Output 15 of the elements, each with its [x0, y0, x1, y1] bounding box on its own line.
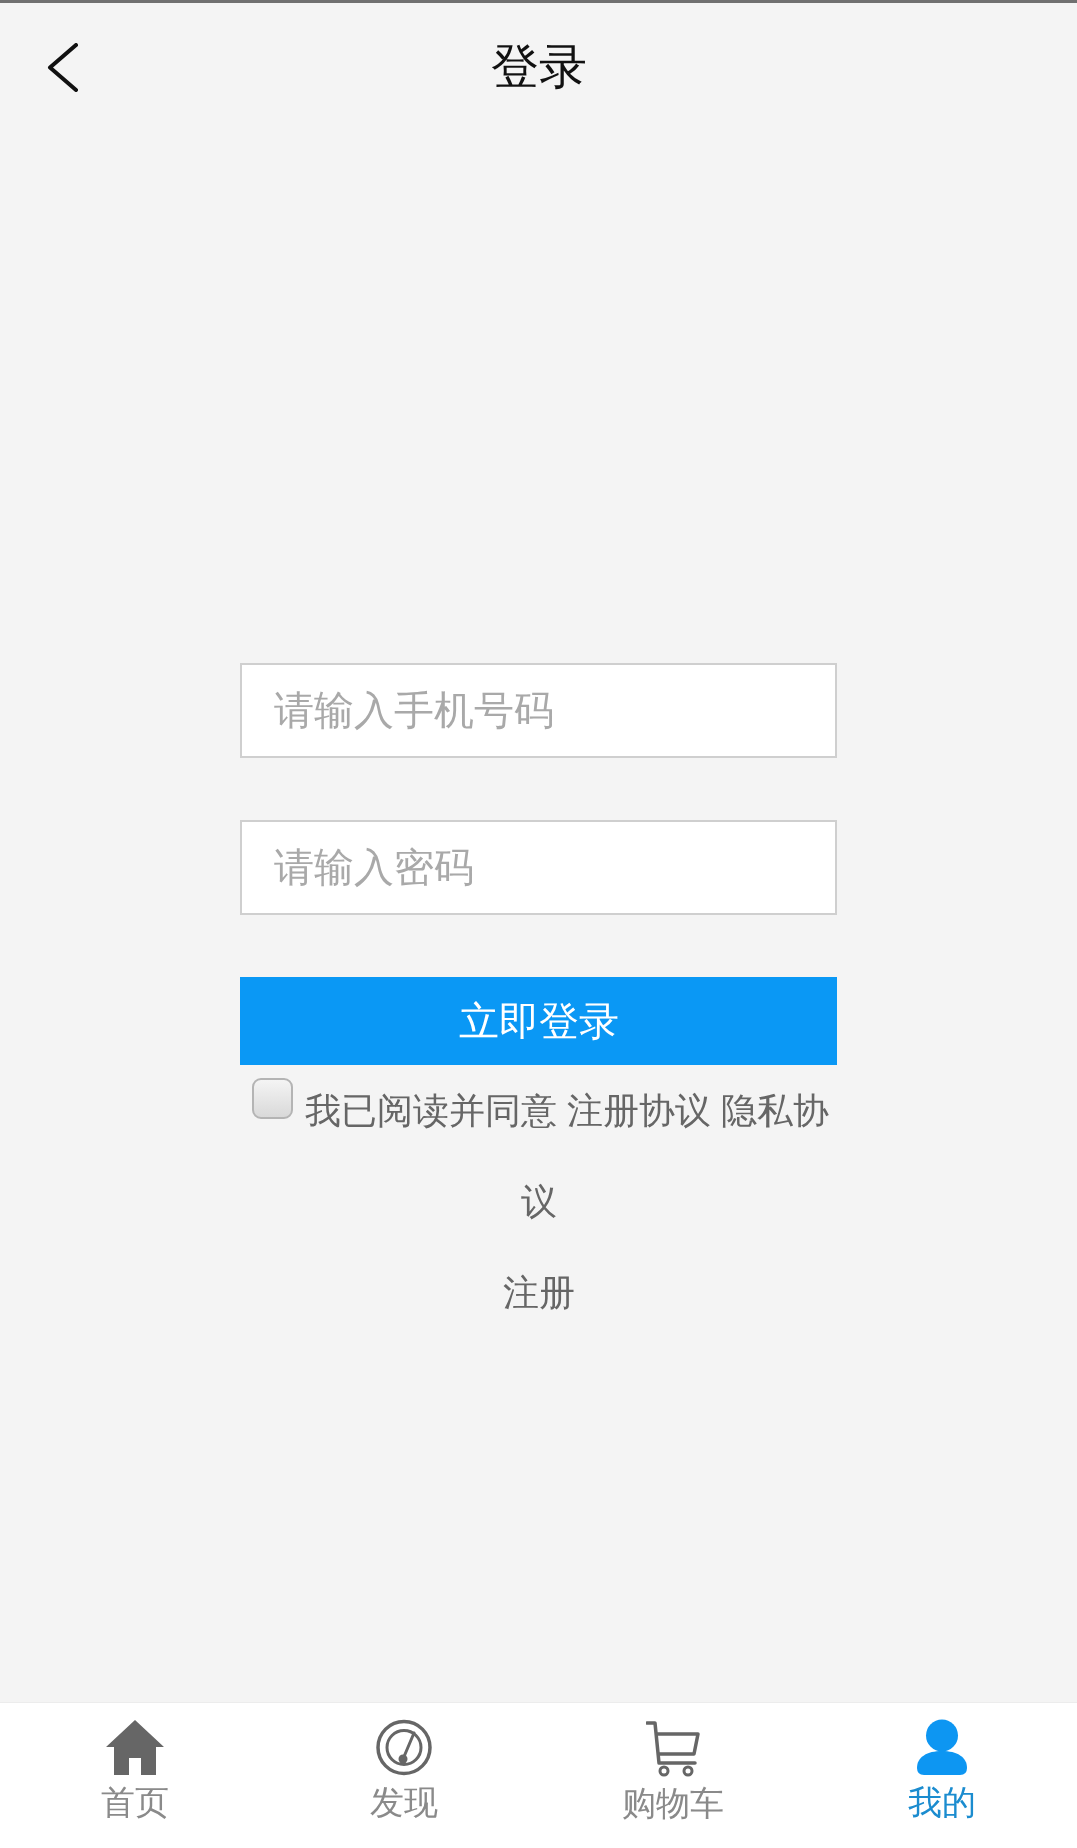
login-button[interactable]: 立即登录 [240, 977, 837, 1065]
register-link[interactable]: 注册 [502, 1272, 575, 1313]
compass-icon [375, 1719, 432, 1776]
nav-tab[interactable]: 我的 [908, 1719, 977, 1822]
nav-tab[interactable]: 购物车 [622, 1719, 725, 1823]
nav-tab[interactable]: 发现 [369, 1719, 438, 1822]
agreement-text: 我已阅读并同意 注册协议 隐私协议 [305, 1090, 829, 1222]
agreement-checkbox[interactable] [252, 1078, 293, 1119]
home-icon [104, 1719, 165, 1776]
nav-tab[interactable]: 首页 [100, 1719, 169, 1822]
input-field[interactable]: 请输入密码 [240, 820, 837, 915]
back-icon[interactable] [47, 42, 78, 92]
cart-icon [646, 1719, 701, 1777]
input-field[interactable]: 请输入手机号码 [240, 663, 837, 758]
page-title: 登录 [490, 40, 587, 94]
